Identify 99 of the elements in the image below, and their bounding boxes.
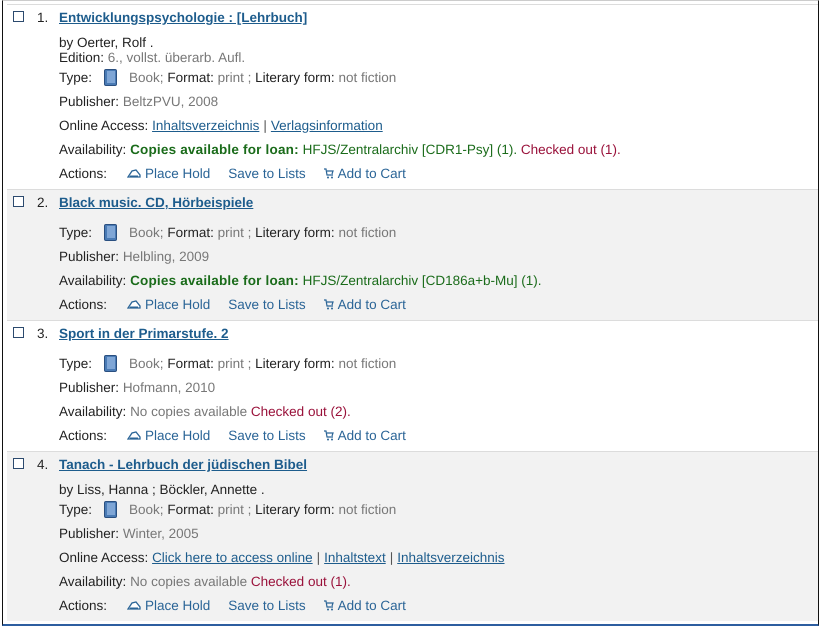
type-label: Type: (59, 224, 92, 240)
format-value: print ; (218, 502, 252, 516)
literary-form-value: not fiction (338, 356, 396, 370)
publisher-value: BeltzPVU, 2008 (122, 94, 218, 108)
literary-form-value: not fiction (338, 502, 396, 516)
record-number: 1. (37, 9, 50, 27)
record-title-link[interactable]: Black music. CD, Hörbeispiele (59, 194, 254, 212)
actions-label: Actions: (59, 166, 108, 180)
actions-label: Actions: (59, 428, 108, 442)
literary-form-value: not fiction (338, 70, 396, 84)
checkbox[interactable] (13, 196, 24, 207)
record-number: 2. (37, 194, 50, 212)
book-icon (104, 224, 118, 240)
checkbox[interactable] (13, 458, 24, 469)
record-number: 3. (37, 325, 50, 343)
publisher-value: Winter, 2005 (122, 526, 199, 540)
add-to-cart-link[interactable]: Add to Cart (324, 166, 406, 180)
stamp-icon (127, 300, 141, 308)
save-to-lists-link[interactable]: Save to Lists (228, 598, 306, 612)
online-link[interactable]: Inhaltsverzeichnis (397, 550, 505, 564)
record-number: 4. (37, 456, 50, 474)
book-icon (104, 500, 118, 518)
format-label: Format: (167, 224, 214, 240)
location-text: HFJS/Zentralarchiv [CD186a+b-Mu] (1). (302, 272, 542, 288)
available-status: Copies available for loan: (130, 272, 299, 288)
type-value: Book; (129, 502, 164, 516)
checkbox[interactable] (13, 327, 24, 338)
stamp-icon (127, 600, 141, 610)
separator-text: | (390, 550, 394, 564)
literary-form-label: Literary form: (255, 502, 335, 516)
author-text: by Liss, Hanna ; Böckler, Annette . (59, 482, 265, 497)
format-label: Format: (167, 356, 214, 370)
place-hold-link[interactable]: Place Hold (127, 428, 210, 442)
publisher-value: Helbling, 2009 (122, 248, 210, 264)
checked-out-status: Checked out (2). (250, 404, 351, 418)
record-title-link[interactable]: Entwicklungspsychologie : [Lehrbuch] (59, 9, 308, 27)
publisher-label: Publisher: (59, 380, 120, 394)
type-label: Type: (59, 70, 92, 84)
separator-text: | (263, 118, 267, 132)
publisher-value: Hofmann, 2010 (122, 380, 216, 394)
format-value: print ; (218, 224, 252, 240)
format-value: print ; (218, 70, 252, 84)
author-text: by Oerter, Rolf . (59, 35, 154, 50)
format-label: Format: (167, 502, 214, 516)
type-value: Book; (129, 70, 164, 84)
online-link[interactable]: Verlagsinformation (270, 118, 383, 132)
add-to-cart-link[interactable]: Add to Cart (324, 598, 406, 612)
stamp-icon (127, 168, 141, 178)
publisher-label: Publisher: (59, 248, 120, 264)
availability-label: Availability: (59, 142, 126, 156)
stamp-icon (127, 430, 141, 440)
literary-form-label: Literary form: (255, 356, 335, 370)
online-link[interactable]: Click here to access online (152, 550, 313, 564)
cart-icon (324, 600, 334, 610)
format-value: print ; (218, 356, 252, 370)
literary-form-value: not fiction (338, 224, 396, 240)
save-to-lists-link[interactable]: Save to Lists (228, 166, 306, 180)
place-hold-link[interactable]: Place Hold (127, 296, 210, 312)
actions-label: Actions: (59, 598, 108, 612)
literary-form-label: Literary form: (255, 224, 335, 240)
type-value: Book; (129, 356, 164, 370)
online-link[interactable]: Inhaltsverzeichnis (152, 118, 260, 132)
format-label: Format: (167, 70, 214, 84)
type-label: Type: (59, 502, 92, 516)
available-status: Copies available for loan: (130, 142, 299, 156)
publisher-label: Publisher: (59, 94, 120, 108)
unavailable-status: No copies available (130, 404, 248, 418)
record-title-link[interactable]: Tanach - Lehrbuch der jüdischen Bibel (59, 456, 308, 474)
cart-icon (324, 168, 334, 178)
cart-icon (324, 298, 334, 310)
cart-icon (324, 430, 334, 440)
actions-label: Actions: (59, 296, 108, 312)
availability-label: Availability: (59, 272, 126, 288)
add-to-cart-link[interactable]: Add to Cart (324, 428, 406, 442)
book-icon (104, 68, 118, 86)
record-title-link[interactable]: Sport in der Primarstufe. 2 (59, 325, 229, 343)
checkbox[interactable] (13, 11, 24, 22)
availability-label: Availability: (59, 404, 126, 418)
unavailable-status: No copies available (130, 574, 248, 588)
checked-out-status: Checked out (1). (250, 574, 351, 588)
edition-label: Edition: (59, 50, 104, 65)
online-access-label: Online Access: (59, 118, 148, 132)
checked-out-status: Checked out (1). (520, 142, 621, 156)
type-value: Book; (129, 224, 164, 240)
online-link[interactable]: Inhaltstext (324, 550, 386, 564)
publisher-label: Publisher: (59, 526, 120, 540)
online-access-label: Online Access: (59, 550, 148, 564)
place-hold-link[interactable]: Place Hold (127, 598, 210, 612)
type-label: Type: (59, 356, 92, 370)
save-to-lists-link[interactable]: Save to Lists (228, 428, 306, 442)
edition-value: 6., vollst. überarb. Aufl. (108, 50, 246, 65)
book-icon (104, 354, 118, 372)
availability-label: Availability: (59, 574, 126, 588)
place-hold-link[interactable]: Place Hold (127, 166, 210, 180)
location-text: HFJS/Zentralarchiv [CDR1-Psy] (1). (302, 142, 518, 156)
save-to-lists-link[interactable]: Save to Lists (228, 296, 306, 312)
add-to-cart-link[interactable]: Add to Cart (324, 296, 406, 312)
separator-text: | (316, 550, 320, 564)
literary-form-label: Literary form: (255, 70, 335, 84)
